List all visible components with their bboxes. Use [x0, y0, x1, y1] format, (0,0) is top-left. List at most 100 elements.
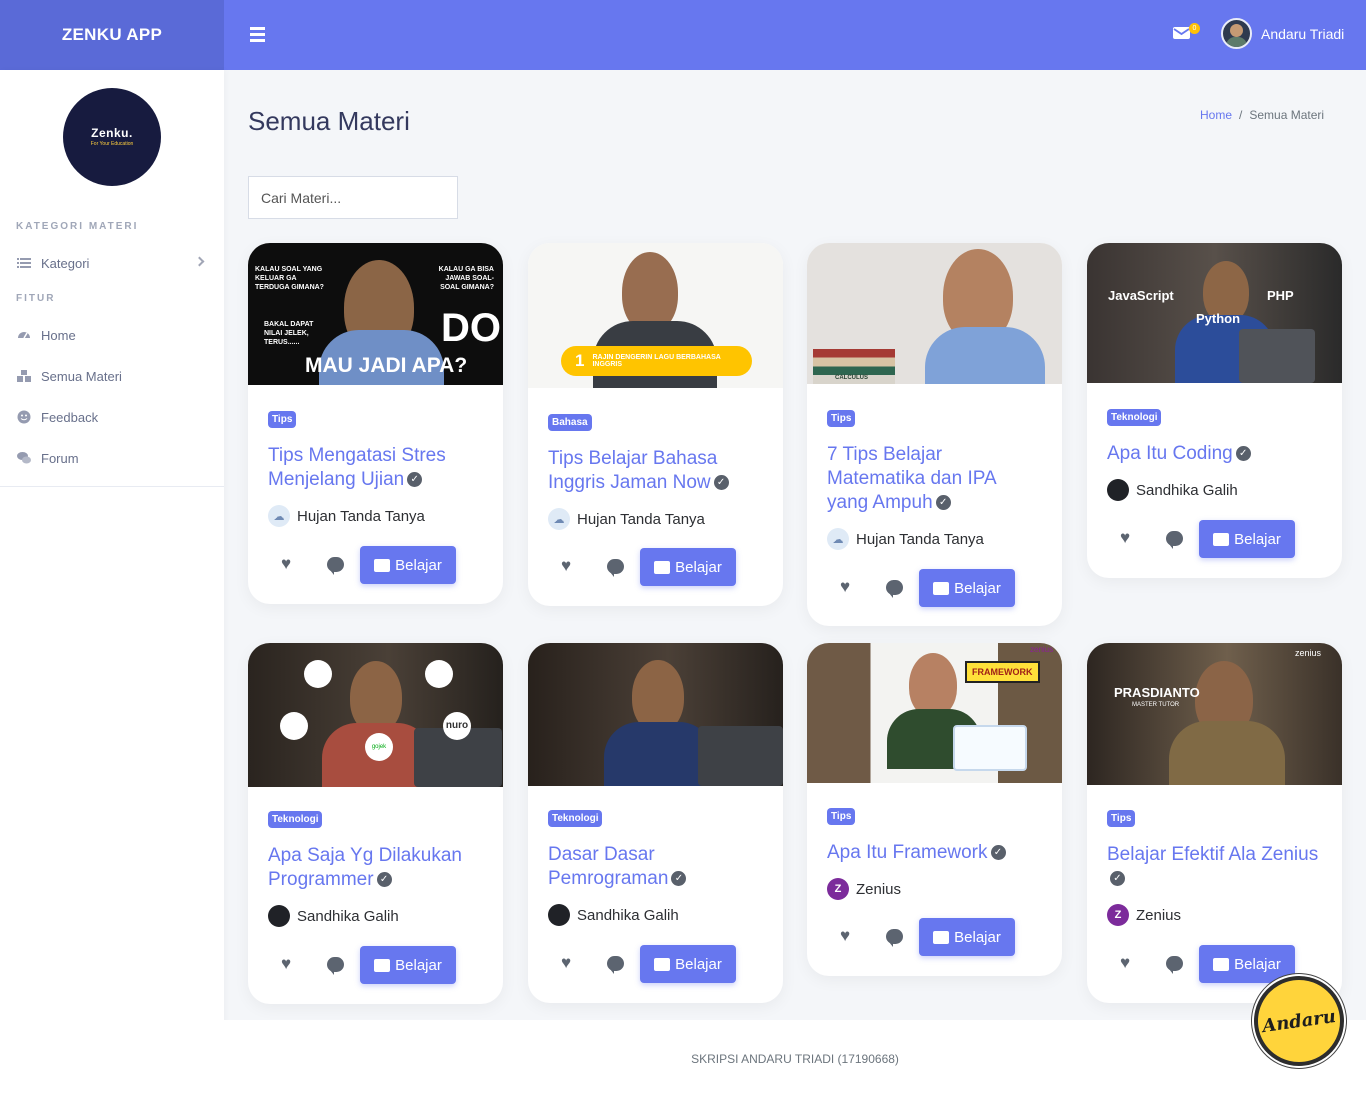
book-reader-icon	[933, 581, 950, 595]
course-title[interactable]: Belajar Efektif Ala Zenius ✓	[1107, 843, 1322, 891]
author[interactable]: Sandhika Galih	[1107, 479, 1238, 501]
button-label: Belajar	[1234, 955, 1281, 973]
course-title[interactable]: 7 Tips Belajar Matematika dan IPA yang A…	[827, 443, 1027, 515]
course-thumbnail[interactable]: PRASDIANTO MASTER TUTOR zenius	[1087, 643, 1342, 785]
belajar-button[interactable]: Belajar	[919, 918, 1015, 956]
thumbnail-caption: Python	[1196, 311, 1241, 326]
breadcrumb-separator: /	[1239, 108, 1243, 122]
author-name: Hujan Tanda Tanya	[297, 507, 425, 525]
course-title-text: Tips Belajar Bahasa Inggris Jaman Now	[548, 448, 718, 493]
author[interactable]: ☁ Hujan Tanda Tanya	[268, 505, 425, 527]
section-fitur: FITUR	[16, 293, 56, 304]
category-badge: Teknologi	[548, 810, 603, 827]
comment-icon[interactable]	[1166, 531, 1183, 549]
comment-icon[interactable]	[327, 557, 344, 575]
thumbnail-caption: DO	[441, 306, 501, 350]
comment-icon[interactable]	[886, 929, 903, 947]
course-thumbnail[interactable]: 1 RAJIN DENGERIN LAGU BERBAHASA INGGRIS	[528, 243, 783, 388]
zenius-logo-icon: Z	[827, 878, 849, 900]
belajar-button[interactable]: Belajar	[919, 569, 1015, 607]
list-icon	[17, 258, 31, 268]
belajar-button[interactable]: Belajar	[360, 546, 456, 584]
thumbnail-caption: FRAMEWORK	[965, 661, 1040, 683]
belajar-button[interactable]: Belajar	[360, 946, 456, 984]
author[interactable]: Z Zenius	[827, 878, 901, 900]
breadcrumb-current: Semua Materi	[1249, 108, 1325, 122]
course-title[interactable]: Dasar Dasar Pemrograman ✓	[548, 843, 763, 891]
laptop	[698, 726, 783, 786]
logo-name: Zenku.	[91, 126, 133, 140]
author-avatar	[268, 905, 290, 927]
author-avatar: ☁	[268, 505, 290, 527]
sidebar-item-forum[interactable]: Forum	[17, 448, 79, 468]
verified-icon: ✓	[407, 472, 423, 488]
footer: SKRIPSI ANDARU TRIADI (17190668)	[224, 1020, 1366, 1097]
course-title[interactable]: Apa Saja Yg Dilakukan Programmer ✓	[268, 844, 483, 892]
thumbnail-caption: PRASDIANTO	[1114, 685, 1200, 700]
course-card: Teknologi Dasar Dasar Pemrograman ✓ Sandh…	[528, 643, 783, 1003]
button-label: Belajar	[1234, 530, 1281, 548]
sidebar-item-feedback[interactable]: Feedback	[17, 407, 98, 427]
heart-icon[interactable]: ♥	[561, 557, 578, 574]
course-title[interactable]: Apa Itu Framework ✓	[827, 841, 1042, 865]
comment-icon[interactable]	[607, 559, 624, 577]
user-menu[interactable]: Andaru Triadi	[1221, 18, 1344, 49]
breadcrumb-home-link[interactable]: Home	[1200, 108, 1232, 122]
course-thumbnail[interactable]: KALAU SOAL YANG KELUAR GA TERDUGA GIMANA…	[248, 243, 503, 385]
heart-icon[interactable]: ♥	[281, 555, 298, 572]
author-name: Sandhika Galih	[297, 907, 399, 925]
course-thumbnail[interactable]: CALCULUS	[807, 243, 1062, 384]
book-reader-icon	[654, 957, 671, 971]
comment-icon[interactable]	[1166, 956, 1183, 974]
app-brand[interactable]: ZENKU APP	[0, 0, 224, 70]
user-avatar	[1221, 18, 1252, 49]
book-reader-icon	[1213, 532, 1230, 546]
course-title[interactable]: Tips Belajar Bahasa Inggris Jaman Now ✓	[548, 447, 763, 495]
comment-icon[interactable]	[607, 956, 624, 974]
author[interactable]: ☁ Hujan Tanda Tanya	[548, 508, 705, 530]
menu-toggle-icon[interactable]	[250, 24, 270, 46]
belajar-button[interactable]: Belajar	[640, 548, 736, 586]
heart-icon[interactable]: ♥	[1120, 529, 1137, 546]
sidebar-item-semua-materi[interactable]: Semua Materi	[17, 366, 122, 386]
author[interactable]: Sandhika Galih	[548, 904, 679, 926]
author[interactable]: Sandhika Galih	[268, 905, 399, 927]
thumbnail-number: 1	[575, 351, 585, 370]
author[interactable]: ☁ Hujan Tanda Tanya	[827, 528, 984, 550]
heart-icon[interactable]: ♥	[840, 927, 857, 944]
course-thumbnail[interactable]: nuro gojek	[248, 643, 503, 787]
category-badge: Bahasa	[548, 414, 592, 431]
mail-count-badge: 0	[1189, 23, 1200, 34]
belajar-button[interactable]: Belajar	[1199, 520, 1295, 558]
comment-icon[interactable]	[327, 957, 344, 975]
author-name: Zenius	[1136, 906, 1182, 924]
thumbnail-caption: gojek	[365, 733, 393, 761]
sidebar-item-kategori[interactable]: Kategori	[17, 253, 89, 273]
laptop	[953, 725, 1027, 771]
category-badge: Tips	[827, 808, 856, 825]
course-thumbnail[interactable]: JavaScript PHP Python	[1087, 243, 1342, 383]
belajar-button[interactable]: Belajar	[1199, 945, 1295, 983]
course-thumbnail[interactable]	[528, 643, 783, 786]
category-badge: Teknologi	[268, 811, 323, 828]
belajar-button[interactable]: Belajar	[640, 945, 736, 983]
thumbnail-caption: BAKAL DAPAT NILAI JELEK, TERUS......	[264, 321, 314, 346]
category-badge: Teknologi	[1107, 409, 1162, 426]
author[interactable]: Z Zenius	[1107, 904, 1181, 926]
sidebar-item-home[interactable]: Home	[17, 325, 76, 345]
heart-icon[interactable]: ♥	[281, 955, 298, 972]
heart-icon[interactable]: ♥	[561, 954, 578, 971]
search-input[interactable]	[248, 176, 458, 219]
course-title[interactable]: Tips Mengatasi Stres Menjelang Ujian ✓	[268, 444, 483, 492]
heart-icon[interactable]: ♥	[840, 578, 857, 595]
course-title[interactable]: Apa Itu Coding ✓	[1107, 442, 1322, 466]
verified-icon: ✓	[1235, 446, 1251, 462]
chevron-right-icon	[194, 256, 205, 267]
heart-icon[interactable]: ♥	[1120, 954, 1137, 971]
verified-icon: ✓	[713, 475, 729, 491]
comment-icon[interactable]	[886, 580, 903, 598]
section-kategori-materi: KATEGORI MATERI	[16, 221, 139, 232]
sidebar-item-label: Feedback	[41, 409, 99, 425]
course-thumbnail[interactable]: FRAMEWORK zenius	[807, 643, 1062, 783]
button-label: Belajar	[954, 928, 1001, 946]
